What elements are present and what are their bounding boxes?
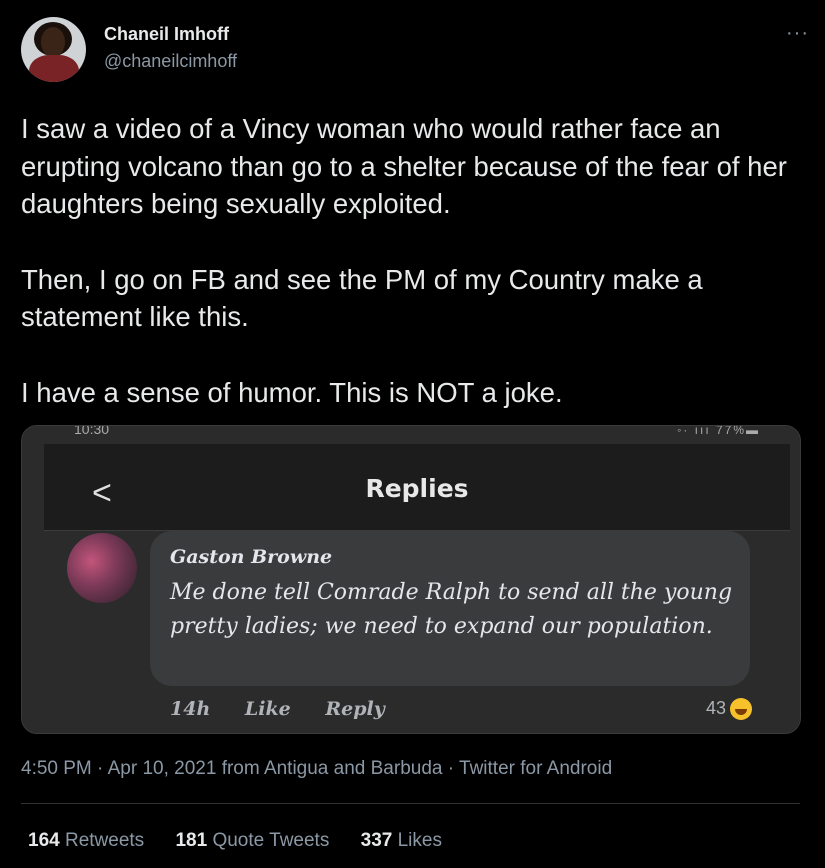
screenshot-phone: 10:30 ◦· ııı 77%▬ < Replies Gaston Brown… <box>22 426 800 733</box>
tweet-paragraph-2: Then, I go on FB and see the PM of my Co… <box>21 263 703 333</box>
comment-reply: Reply <box>325 698 385 720</box>
comment-author: Gaston Browne <box>170 546 333 568</box>
comment-actions: 14h Like Reply <box>170 698 413 720</box>
comment-like: Like <box>244 698 291 720</box>
avatar-body <box>29 55 79 82</box>
more-options-icon[interactable]: ··· <box>786 22 809 45</box>
replies-header: < Replies <box>44 444 790 531</box>
commenter-avatar <box>67 533 137 603</box>
laugh-emoji-icon <box>730 698 752 721</box>
tweet-metadata: 4:50 PM · Apr 10, 2021 from Antigua and … <box>21 758 613 779</box>
tweet-image[interactable]: 10:30 ◦· ııı 77%▬ < Replies Gaston Brown… <box>21 425 801 734</box>
user-avatar[interactable] <box>21 17 86 82</box>
tweet-text: I saw a video of a Vincy woman who would… <box>21 110 811 411</box>
tweet-client[interactable]: Twitter for Android <box>459 758 612 779</box>
retweets-stat[interactable]: 164 Retweets <box>28 830 144 851</box>
quote-tweets-stat[interactable]: 181 Quote Tweets <box>175 830 329 851</box>
divider <box>21 803 800 804</box>
tweet-header: Chaneil Imhoff @chaneilcimhoff ··· <box>21 14 809 84</box>
tweet-paragraph-3: I have a sense of humor. This is NOT a j… <box>21 376 563 408</box>
reaction-number: 43 <box>705 698 726 718</box>
likes-stat[interactable]: 337 Likes <box>361 830 442 851</box>
tweet-date[interactable]: Apr 10, 2021 <box>108 758 217 779</box>
tweet-location[interactable]: Antigua and Barbuda <box>264 758 443 779</box>
avatar-face <box>41 27 65 57</box>
replies-title: Replies <box>365 474 469 503</box>
comment-text: Me done tell Comrade Ralph to send all t… <box>170 580 733 639</box>
user-handle[interactable]: @chaneilcimhoff <box>104 51 237 72</box>
reaction-count: 43 <box>705 698 752 721</box>
tweet-time[interactable]: 4:50 PM <box>21 758 92 779</box>
status-time: 10:30 <box>74 425 110 437</box>
user-name[interactable]: Chaneil Imhoff <box>104 24 229 45</box>
comment-bubble: Gaston Browne Me done tell Comrade Ralph… <box>150 531 750 686</box>
tweet-stats: 164 Retweets 181 Quote Tweets 337 Likes <box>28 830 468 852</box>
tweet-paragraph-1: I saw a video of a Vincy woman who would… <box>21 113 787 219</box>
status-indicators: ◦· ııı 77%▬ <box>677 425 760 437</box>
comment-age: 14h <box>170 698 211 720</box>
